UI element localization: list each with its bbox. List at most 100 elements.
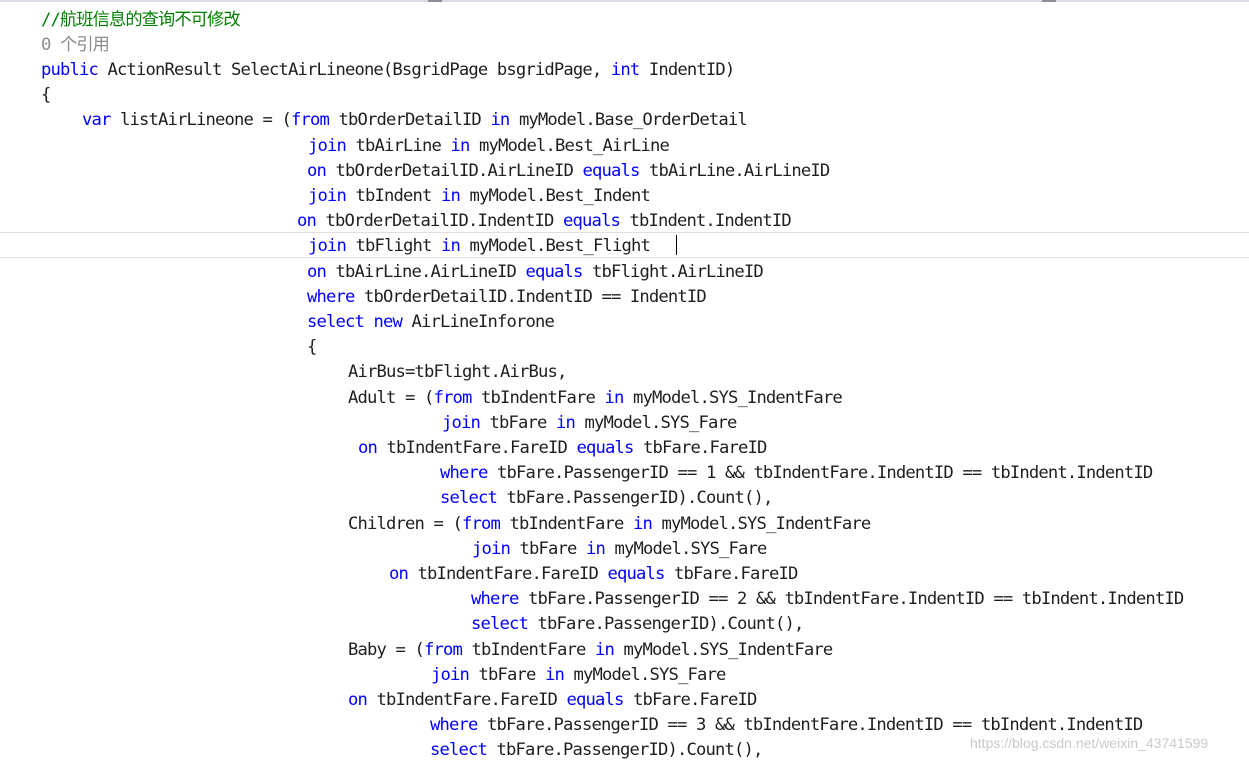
code-line: join tbFlight in myModel.Best_Flight [308, 234, 651, 259]
code-text: { [41, 85, 51, 105]
code-text: ActionResult SelectAirLineone(BsgridPage… [107, 60, 603, 80]
code-keyword: on [307, 161, 327, 181]
code-text: tbFare.PassengerID == 2 && tbIndentFare.… [528, 589, 1184, 609]
code-text: myModel.Best_Flight [469, 236, 650, 256]
code-text: tbFare.PassengerID).Count(), [506, 488, 774, 508]
code-keyword: join [308, 186, 347, 206]
code-keyword: join [308, 236, 347, 256]
code-line: select new AirLineInforone [307, 310, 555, 335]
code-text: tbAirLine [355, 136, 442, 156]
code-keyword: where [430, 715, 478, 735]
code-text: tbFare.PassengerID).Count(), [537, 614, 805, 634]
code-keyword: on [389, 564, 409, 584]
code-line: join tbFare in myModel.SYS_Fare [431, 663, 727, 688]
code-line: on tbIndentFare.FareID equals tbFare.Far… [358, 436, 767, 461]
code-keyword: on [297, 211, 317, 231]
code-line: join tbFare in myModel.SYS_Fare [472, 537, 767, 562]
code-keyword: select [471, 614, 529, 634]
code-keyword: equals [582, 161, 640, 181]
code-line: select tbFare.PassengerID).Count(), [471, 612, 805, 637]
code-keyword: var [82, 110, 111, 130]
code-text: tbFare [519, 539, 578, 559]
code-text: tbIndentFare [471, 640, 586, 660]
code-text: myModel.SYS_IndentFare [661, 514, 871, 534]
code-text: tbIndentFare.FareID [386, 438, 568, 458]
code-text: myModel.Best_AirLine [478, 136, 670, 156]
code-keyword: from [461, 514, 501, 534]
code-keyword: in [450, 136, 470, 156]
code-text: myModel.Base_OrderDetail [518, 110, 748, 130]
code-keyword: join [472, 539, 511, 559]
watermark: https://blog.csdn.net/weixin_43741599 [970, 735, 1209, 751]
code-text: tbFlight [355, 236, 433, 256]
code-text: AirLineInforone [411, 312, 555, 332]
code-text: Adult = ( [348, 388, 434, 408]
code-comment: //航班信息的查询不可修改 [41, 10, 241, 30]
code-keyword: equals [576, 438, 634, 458]
code-text: tbIndentFare [509, 514, 624, 534]
code-keyword: equals [525, 262, 583, 282]
code-keyword: join [442, 413, 481, 433]
code-line: Baby = (from tbIndentFare in myModel.SYS… [348, 638, 833, 663]
code-keyword: new [373, 312, 403, 332]
code-line: on tbIndentFare.FareID equals tbFare.Far… [348, 688, 757, 713]
code-line: join tbIndent in myModel.Best_Indent [308, 184, 651, 209]
code-text: tbIndentFare.FareID [417, 564, 599, 584]
code-text: myModel.SYS_Fare [584, 413, 738, 433]
code-text: listAirLineone = ( [120, 110, 292, 130]
code-text: myModel.SYS_Fare [573, 665, 727, 685]
code-line: select tbFare.PassengerID).Count(), [430, 738, 763, 763]
code-keyword: on [358, 438, 378, 458]
code-text: myModel.SYS_IndentFare [632, 388, 843, 408]
code-line: select tbFare.PassengerID).Count(), [440, 486, 774, 511]
code-keyword: public [41, 60, 99, 80]
code-text: IndentID) [648, 60, 735, 80]
code-text: { [307, 337, 317, 357]
code-line: { [41, 83, 51, 108]
code-keyword: from [423, 640, 463, 660]
code-text: tbFare.FareID [642, 438, 767, 458]
code-keyword: in [556, 413, 576, 433]
code-line: var listAirLineone = (from tbOrderDetail… [82, 108, 748, 133]
editor-top-border [0, 0, 1249, 2]
code-text: tbFare [478, 665, 537, 685]
code-line: where tbOrderDetailID.IndentID == Indent… [307, 285, 707, 310]
code-keyword: from [433, 388, 472, 408]
code-keyword: join [431, 665, 470, 685]
code-text: tbFare.PassengerID == 3 && tbIndentFare.… [487, 715, 1143, 735]
code-keyword: where [307, 287, 355, 307]
code-line: Children = (from tbIndentFare in myModel… [348, 512, 871, 537]
code-text: Children = ( [348, 514, 463, 534]
code-text: AirBus=tbFlight.AirBus, [348, 362, 567, 382]
code-line: join tbAirLine in myModel.Best_AirLine [308, 134, 670, 159]
code-line: Adult = (from tbIndentFare in myModel.SY… [348, 386, 843, 411]
code-line: where tbFare.PassengerID == 1 && tbInden… [440, 461, 1153, 486]
code-keyword: equals [566, 690, 624, 710]
code-keyword: in [440, 186, 461, 206]
code-keyword: select [430, 740, 488, 760]
code-text: tbOrderDetailID [338, 110, 481, 130]
code-keyword: int [610, 60, 640, 80]
code-editor[interactable]: //航班信息的查询不可修改 0 个引用 public ActionResult … [0, 0, 1249, 763]
code-text: myModel.SYS_IndentFare [623, 640, 833, 660]
codelens-references-link[interactable]: 0 个引用 [41, 33, 110, 58]
code-text: tbFare.FareID [673, 564, 798, 584]
code-keyword: in [440, 236, 461, 256]
code-text: tbFare.FareID [632, 690, 757, 710]
code-line: on tbAirLine.AirLineID equals tbFlight.A… [307, 260, 764, 285]
code-keyword: join [308, 136, 347, 156]
code-line: join tbFare in myModel.SYS_Fare [442, 411, 738, 436]
scroll-marker [428, 0, 442, 2]
code-line: AirBus=tbFlight.AirBus, [348, 360, 567, 385]
text-caret [676, 235, 677, 255]
code-text: myModel.Best_Indent [469, 186, 650, 206]
code-line: on tbOrderDetailID.AirLineID equals tbAi… [307, 159, 830, 184]
code-line: public ActionResult SelectAirLineone(Bsg… [41, 58, 735, 83]
code-text: tbIndentFare.FareID [376, 690, 558, 710]
code-text: tbFare.PassengerID == 1 && tbIndentFare.… [497, 463, 1153, 483]
code-keyword: in [586, 539, 606, 559]
code-keyword: on [348, 690, 368, 710]
code-keyword: in [545, 665, 565, 685]
code-keyword: equals [562, 211, 621, 231]
code-line: where tbFare.PassengerID == 2 && tbInden… [471, 587, 1184, 612]
